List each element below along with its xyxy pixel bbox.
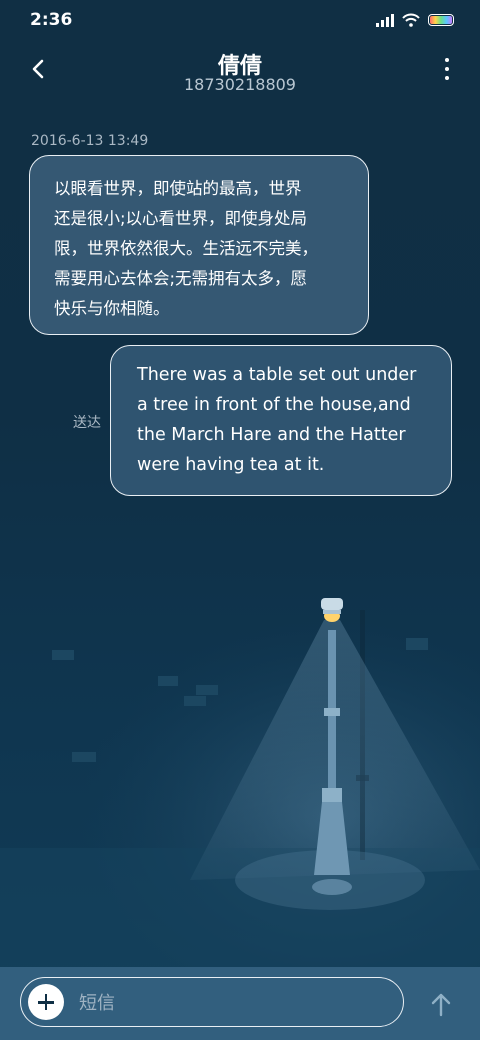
composer-bar bbox=[0, 967, 480, 1040]
message-line: There was a table set out under bbox=[137, 365, 417, 385]
message-line: 以眼看世界，即使站的最高，世界 bbox=[54, 179, 302, 198]
message-line: a tree in front of the house,and bbox=[137, 395, 411, 415]
incoming-message-bubble[interactable]: 以眼看世界，即使站的最高，世界 还是很小;以心看世界，即使身处局 限，世界依然很… bbox=[29, 155, 369, 335]
signal-icon bbox=[376, 13, 394, 27]
message-line: 快乐与你相随。 bbox=[54, 299, 170, 318]
message-line: 限，世界依然很大。生活远不完美， bbox=[54, 239, 318, 258]
more-vertical-icon[interactable] bbox=[442, 58, 452, 84]
contact-number: 18730218809 bbox=[184, 75, 296, 94]
message-input-container[interactable] bbox=[20, 977, 404, 1027]
outgoing-message-bubble[interactable]: There was a table set out under a tree i… bbox=[110, 345, 452, 496]
wifi-icon bbox=[402, 13, 420, 27]
message-timestamp: 2016-6-13 13:49 bbox=[31, 133, 149, 149]
status-time: 2:36 bbox=[30, 10, 73, 30]
street-lamp-illustration bbox=[0, 598, 480, 970]
message-line: the March Hare and the Hatter bbox=[137, 425, 406, 445]
status-bar: 2:36 bbox=[0, 0, 480, 44]
delivery-status: 送达 bbox=[73, 415, 101, 431]
conversation-header: 倩倩 18730218809 bbox=[0, 44, 480, 104]
message-input[interactable] bbox=[77, 984, 391, 1022]
plus-icon[interactable] bbox=[28, 984, 64, 1020]
message-line: were having tea at it. bbox=[137, 455, 325, 475]
message-line: 还是很小;以心看世界，即使身处局 bbox=[54, 209, 308, 228]
message-line: 需要用心去体会;无需拥有太多，愿 bbox=[54, 269, 308, 288]
battery-icon bbox=[428, 14, 454, 26]
arrow-up-icon[interactable] bbox=[428, 991, 454, 1019]
